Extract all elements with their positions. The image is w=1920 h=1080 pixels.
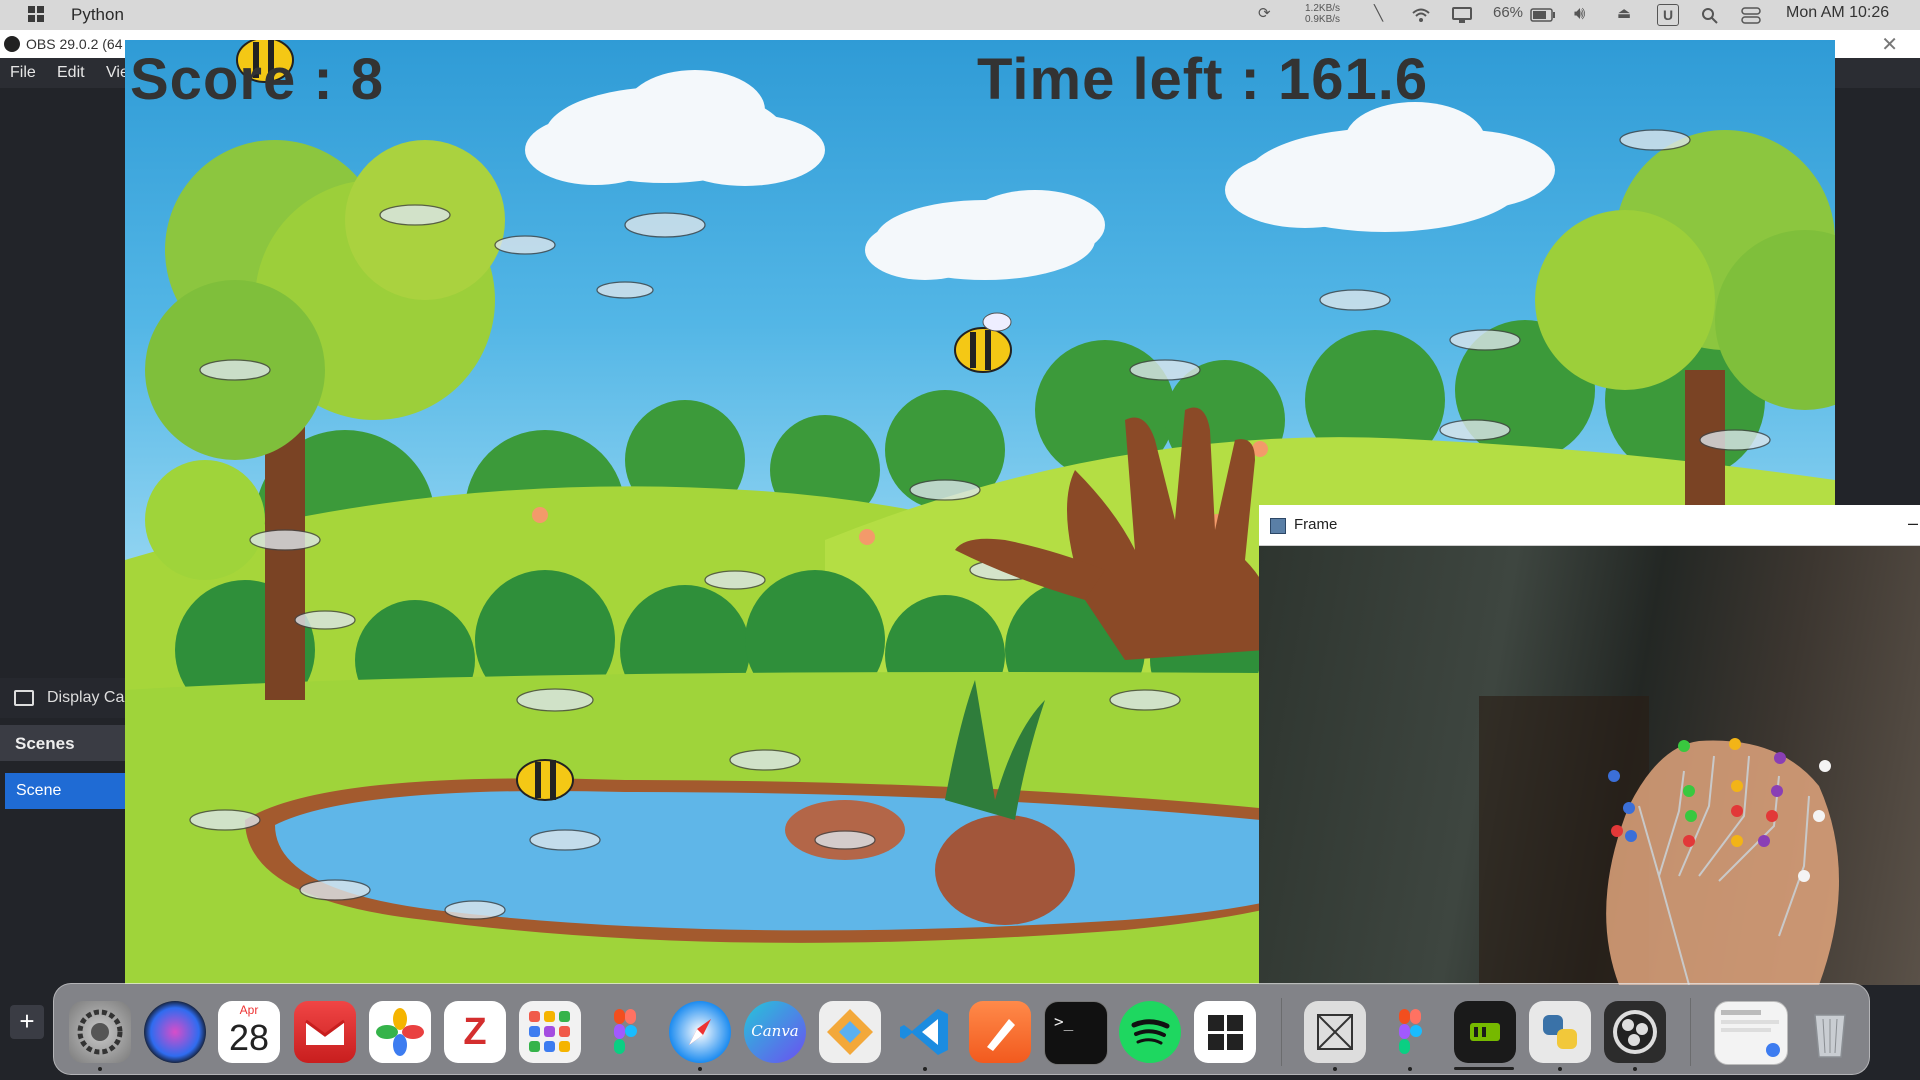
scene-list-item[interactable]: Scene: [5, 773, 125, 809]
display-icon[interactable]: [1452, 7, 1472, 24]
terminal-icon[interactable]: >_: [1044, 1001, 1108, 1065]
obs-window-title: OBS 29.0.2 (64: [26, 36, 123, 52]
apple-menu-icon[interactable]: [27, 5, 45, 23]
u-app-icon[interactable]: U: [1657, 4, 1679, 26]
calendar-month: Apr: [239, 1003, 259, 1017]
gmail-icon[interactable]: [294, 1001, 356, 1063]
battery-percent: 66%: [1493, 4, 1524, 21]
cloud: [525, 70, 825, 186]
cloud: [865, 190, 1105, 280]
scene-name: Scene: [16, 782, 62, 799]
menu-bar: Python ⟳ 1.2KB/s 0.9KB/s ╲ 66% 🔊︎ ⏏ U Mo…: [0, 0, 1920, 30]
net-upload: 1.2KB/s: [1305, 3, 1341, 14]
net-download: 0.9KB/s: [1305, 14, 1341, 25]
clock[interactable]: Mon AM 10:26: [1786, 4, 1889, 22]
score-label: Score : 8: [130, 47, 384, 112]
calendar-day: 28: [228, 1017, 270, 1058]
vscode-icon[interactable]: [894, 1001, 956, 1063]
frame-title-bar[interactable]: Frame –: [1259, 505, 1920, 546]
battery-icon[interactable]: [1530, 8, 1556, 22]
wifi-icon[interactable]: [1412, 7, 1430, 23]
spotlight-search-icon[interactable]: [1701, 7, 1718, 24]
source-display-capture[interactable]: Display Ca: [0, 678, 125, 718]
calendar-icon[interactable]: Apr 28: [218, 1001, 280, 1063]
nvidia-icon[interactable]: [1454, 1001, 1516, 1063]
figma-icon[interactable]: [594, 1001, 656, 1063]
scenes-title: Scenes: [15, 734, 75, 753]
git-tool-icon[interactable]: [819, 1001, 881, 1063]
close-icon[interactable]: ✕: [1881, 32, 1898, 57]
bee: [516, 759, 574, 801]
obs-icon[interactable]: [1604, 1001, 1666, 1063]
x-window-icon[interactable]: [1304, 1001, 1366, 1063]
monitor-icon: [14, 690, 34, 706]
running-indicator: [1633, 1067, 1637, 1071]
sync-icon[interactable]: ⟳: [1258, 4, 1271, 22]
volume-icon[interactable]: 🔊︎: [1574, 3, 1585, 24]
preview-thumbnail-icon[interactable]: [1714, 1001, 1788, 1065]
canva-icon[interactable]: Canva: [744, 1001, 806, 1063]
scenes-header: Scenes: [0, 725, 125, 761]
active-app-name[interactable]: Python: [71, 5, 124, 25]
menu-edit[interactable]: Edit: [57, 64, 85, 82]
window-icon: [1270, 518, 1286, 534]
spotify-icon[interactable]: [1119, 1001, 1181, 1063]
obs-logo-icon: [4, 36, 20, 52]
python-icon[interactable]: [1529, 1001, 1591, 1063]
running-indicator: [1408, 1067, 1412, 1071]
running-indicator: [1558, 1067, 1562, 1071]
cloud: [1225, 102, 1555, 232]
hand-landmarks: [1479, 696, 1839, 985]
safari-icon[interactable]: [669, 1001, 731, 1063]
running-indicator: [698, 1067, 702, 1071]
webcam-feed: [1259, 546, 1920, 985]
menu-file[interactable]: File: [10, 64, 36, 82]
running-indicator: [923, 1067, 927, 1071]
photos-icon[interactable]: [369, 1001, 431, 1063]
trash-icon[interactable]: [1799, 1001, 1861, 1063]
pen-icon[interactable]: ╲: [1374, 4, 1383, 22]
minimize-button[interactable]: –: [1908, 513, 1918, 534]
siri-icon[interactable]: [144, 1001, 206, 1063]
figma-alt-icon[interactable]: [1379, 1001, 1441, 1063]
time-left-label: Time left : 161.6: [977, 47, 1429, 112]
eject-icon[interactable]: ⏏: [1617, 4, 1631, 22]
launchpad-icon[interactable]: [519, 1001, 581, 1063]
add-scene-button[interactable]: +: [10, 1005, 44, 1039]
network-speed: 1.2KB/s 0.9KB/s: [1305, 3, 1340, 25]
pen-tool-icon[interactable]: [969, 1001, 1031, 1063]
dock: Apr 28 Z Canva >_: [53, 983, 1870, 1075]
active-indicator: [1454, 1067, 1514, 1070]
running-indicator: [1333, 1067, 1337, 1071]
dock-separator: [1690, 998, 1691, 1066]
frame-window-title: Frame: [1294, 516, 1338, 533]
windows-icon[interactable]: [1194, 1001, 1256, 1063]
control-center-icon[interactable]: [1741, 7, 1761, 24]
bee: [954, 312, 1012, 373]
source-label: Display Ca: [47, 689, 125, 706]
frame-window: Frame –: [1259, 505, 1920, 985]
running-indicator: [98, 1067, 102, 1071]
system-preferences-icon[interactable]: [69, 1001, 131, 1063]
canva-label: Canva: [751, 1022, 799, 1040]
zotero-icon[interactable]: Z: [444, 1001, 506, 1063]
dock-separator: [1281, 998, 1282, 1066]
